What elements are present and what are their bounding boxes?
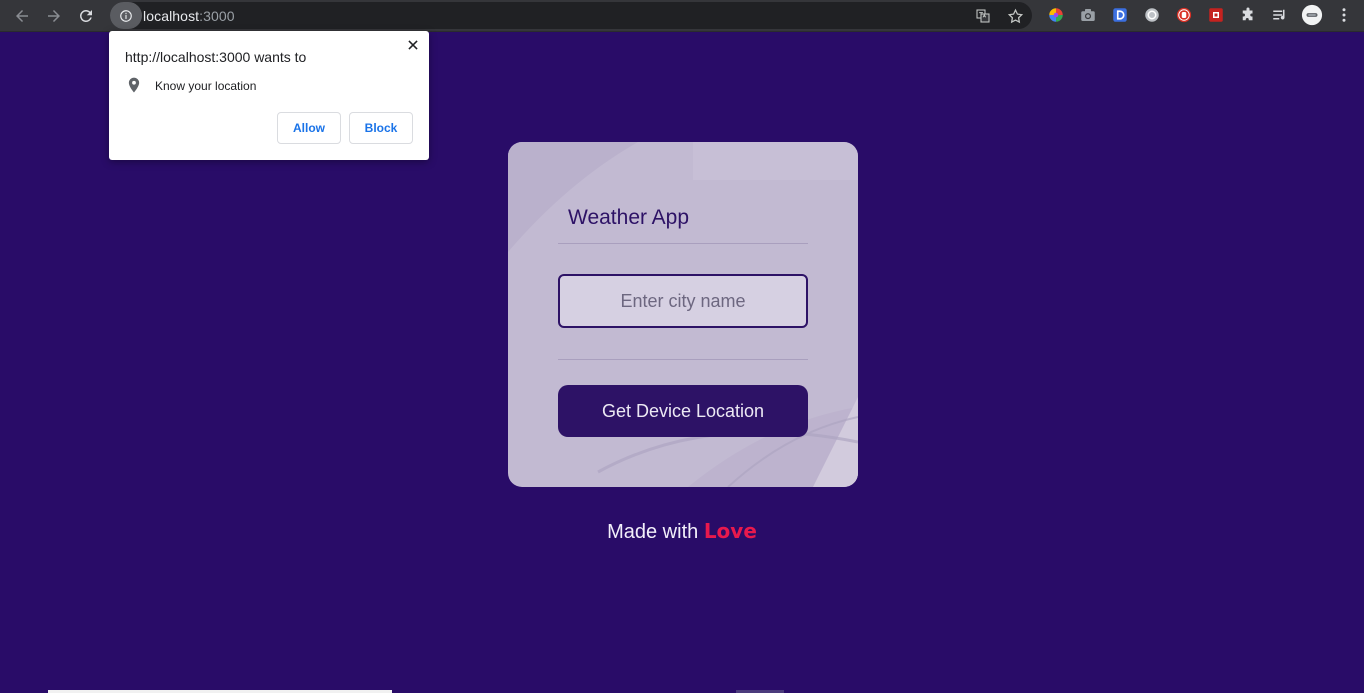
get-device-location-button[interactable]: Get Device Location <box>558 385 808 437</box>
city-search-input[interactable] <box>558 274 808 328</box>
red-square-extension-icon[interactable] <box>1207 6 1225 24</box>
permission-popup-title: http://localhost:3000 wants to <box>125 49 307 65</box>
url-port: :3000 <box>199 8 235 24</box>
back-button[interactable] <box>9 3 35 29</box>
translate-icon[interactable] <box>974 7 992 25</box>
app-title: Weather App <box>568 206 690 229</box>
kebab-menu-icon[interactable] <box>1335 6 1353 24</box>
footer-prefix: Made with <box>607 521 699 543</box>
url-text: localhost:3000 <box>143 8 235 24</box>
bookmark-star-icon[interactable] <box>1006 7 1024 25</box>
site-info-button[interactable] <box>110 2 142 29</box>
camera-extension-icon[interactable] <box>1079 6 1097 24</box>
location-pin-icon <box>128 77 140 93</box>
weather-card: Weather App Get Device Location <box>508 142 858 487</box>
ring-extension-icon[interactable] <box>1143 6 1161 24</box>
arrow-right-icon <box>48 10 60 22</box>
footer-love: Love <box>703 519 757 543</box>
info-icon <box>120 9 132 22</box>
footer-credit: Made with Love <box>0 519 1364 544</box>
color-wheel-extension-icon[interactable] <box>1047 6 1065 24</box>
d-extension-icon[interactable] <box>1111 6 1129 24</box>
url-host: localhost <box>143 8 200 24</box>
block-button[interactable]: Block <box>349 112 413 144</box>
address-bar[interactable]: localhost:3000 <box>110 2 1032 29</box>
close-icon[interactable] <box>405 37 421 53</box>
puzzle-extensions-icon[interactable] <box>1239 6 1257 24</box>
browser-toolbar: localhost:3000 <box>0 0 1364 32</box>
profile-avatar[interactable] <box>1301 4 1323 26</box>
title-divider <box>558 243 808 244</box>
allow-button[interactable]: Allow <box>277 112 341 144</box>
stop-hand-extension-icon[interactable] <box>1175 6 1193 24</box>
reload-icon <box>79 9 92 22</box>
reload-button[interactable] <box>73 3 99 29</box>
forward-button[interactable] <box>41 3 67 29</box>
reading-list-icon[interactable] <box>1271 6 1289 24</box>
input-divider <box>558 359 808 360</box>
permission-description: Know your location <box>155 79 257 93</box>
location-permission-popup: http://localhost:3000 wants to Know your… <box>109 31 429 160</box>
arrow-left-icon <box>16 10 28 22</box>
